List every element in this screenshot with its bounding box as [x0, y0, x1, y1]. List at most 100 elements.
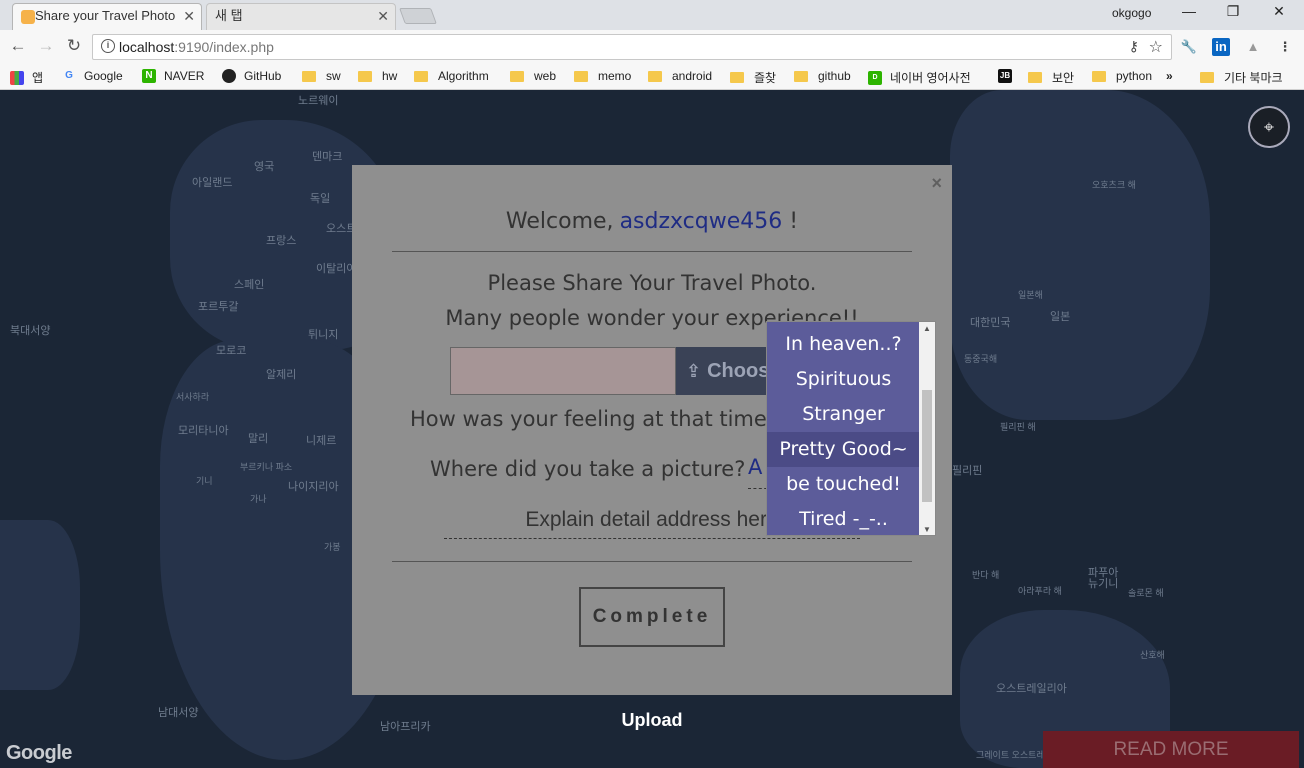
- map-label: 일본해: [1018, 290, 1043, 300]
- folder-icon: [302, 70, 316, 82]
- bookmark-algorithm[interactable]: Algorithm: [414, 69, 489, 83]
- map-label: 동중국해: [964, 354, 998, 364]
- bookmark-memo[interactable]: memo: [574, 69, 631, 83]
- bookmark-favorites[interactable]: 즐찾: [730, 69, 776, 86]
- binoculars-icon[interactable]: ⌖: [1248, 106, 1290, 148]
- feeling-option[interactable]: Spirituous: [767, 362, 920, 397]
- menu-kebab-icon[interactable]: ⋮: [1276, 38, 1294, 56]
- map-label: 일본: [1050, 311, 1071, 323]
- forward-icon[interactable]: →: [34, 36, 58, 56]
- tab-new-tab[interactable]: 새 탭 ✕: [206, 3, 396, 30]
- tab-bar: Share your Travel Photo ✕ 새 탭 ✕ okgogo —…: [0, 0, 1304, 30]
- tab-share-travel-photo[interactable]: Share your Travel Photo ✕: [12, 3, 202, 30]
- bookmark-star-icon[interactable]: ☆: [1149, 37, 1163, 57]
- bookmark-github-folder[interactable]: github: [794, 69, 851, 83]
- bookmark-security[interactable]: 보안: [1028, 69, 1074, 86]
- bookmark-android[interactable]: android: [648, 69, 712, 83]
- bookmark-jb[interactable]: JB: [998, 69, 1020, 83]
- close-window-button[interactable]: ✕: [1256, 3, 1302, 20]
- feeling-option[interactable]: be touched!: [767, 467, 920, 502]
- scroll-up-arrow-icon[interactable]: ▲: [919, 322, 935, 336]
- close-modal-icon[interactable]: ×: [931, 173, 942, 194]
- bookmarks-bar: 앱 G Google N NAVER GitHub sw hw Algorithm …: [0, 64, 1304, 90]
- map-label: 파푸아 뉴기니: [1088, 567, 1119, 590]
- profile-name[interactable]: okgogo: [1112, 6, 1151, 20]
- tab-title: 새 탭: [215, 8, 243, 23]
- land-south-america: [0, 520, 80, 690]
- bookmark-web[interactable]: web: [510, 69, 556, 83]
- map-label: 프랑스: [266, 235, 297, 247]
- bookmark-naver[interactable]: N NAVER: [142, 69, 204, 83]
- folder-icon: [574, 70, 588, 82]
- complete-button[interactable]: Complete: [579, 587, 725, 647]
- feeling-option-highlighted[interactable]: Pretty Good~: [767, 432, 920, 467]
- map-label: 북대서양: [10, 325, 51, 337]
- scroll-down-arrow-icon[interactable]: ▼: [919, 523, 935, 535]
- map-label: 아라푸라 해: [1018, 586, 1062, 596]
- map-label: 솔로몬 해: [1128, 588, 1164, 598]
- intro-line-1: Please Share Your Travel Photo.: [487, 271, 817, 295]
- feeling-option[interactable]: Tired -_-..: [767, 502, 920, 535]
- drive-extension-icon[interactable]: ▲: [1244, 38, 1262, 56]
- restore-button[interactable]: ❐: [1210, 3, 1256, 20]
- map-label: 필리핀 해: [1000, 422, 1036, 432]
- bookmark-apps[interactable]: 앱: [10, 69, 43, 86]
- reload-icon[interactable]: ↻: [62, 36, 86, 56]
- feeling-question: How was your feeling at that time?: [410, 407, 778, 431]
- choose-file-button[interactable]: ⇪ Choose: [676, 347, 776, 395]
- bookmark-github[interactable]: GitHub: [222, 69, 281, 83]
- map-label: 독일: [310, 193, 331, 205]
- bookmark-python[interactable]: python: [1092, 69, 1152, 83]
- bookmark-sw[interactable]: sw: [302, 69, 341, 83]
- map-label: 부르키나 파소: [240, 462, 293, 472]
- close-tab-icon[interactable]: ✕: [183, 4, 195, 28]
- file-path-field[interactable]: [450, 347, 676, 395]
- wrench-extension-icon[interactable]: 🔧: [1180, 38, 1198, 56]
- map-label: 기니: [196, 476, 213, 486]
- github-icon: [222, 69, 236, 83]
- read-more-button[interactable]: READ MORE: [1043, 731, 1299, 768]
- minimize-button[interactable]: —: [1166, 3, 1212, 19]
- map-label: 이탈리아: [316, 263, 357, 275]
- welcome-heading: Welcome, asdzxcqwe456 !: [505, 209, 799, 234]
- map-label: 반다 해: [972, 570, 1000, 580]
- map-label: 스페인: [234, 279, 265, 291]
- place-question: Where did you take a picture?: [430, 457, 746, 481]
- map-label: 모로코: [216, 345, 247, 357]
- apps-grid-icon: [10, 70, 24, 85]
- map-label: 산호해: [1140, 650, 1165, 660]
- upload-icon: ⇪: [686, 361, 702, 381]
- linkedin-extension-icon[interactable]: in: [1212, 38, 1230, 56]
- feeling-option[interactable]: Stranger: [767, 397, 920, 432]
- folder-icon: [414, 70, 428, 82]
- key-icon[interactable]: ⚷: [1129, 38, 1139, 55]
- dropdown-scrollbar[interactable]: ▲ ▼: [919, 322, 935, 535]
- url-text: localhost:9190/index.php: [119, 39, 274, 55]
- tab-title: Share your Travel Photo: [35, 8, 175, 23]
- naver-icon: N: [142, 69, 156, 83]
- folder-icon: [730, 72, 744, 83]
- bookmarks-overflow-button[interactable]: »: [1166, 69, 1173, 83]
- map-label: 오스트레일리아: [996, 683, 1067, 695]
- divider: [392, 561, 912, 562]
- map-label: 오호츠크 해: [1092, 180, 1136, 190]
- land-asia: [950, 90, 1210, 420]
- address-bar[interactable]: i localhost:9190/index.php ⚷ ☆: [92, 34, 1172, 60]
- upload-label[interactable]: Upload: [0, 710, 1304, 731]
- map-label: 니제르: [306, 435, 337, 447]
- map-label: 필리핀: [952, 465, 983, 477]
- site-info-icon[interactable]: i: [101, 39, 115, 53]
- bookmark-google[interactable]: G Google: [62, 69, 123, 83]
- feeling-option[interactable]: In heaven..?: [767, 327, 920, 362]
- bookmark-other[interactable]: 기타 북마크: [1200, 69, 1283, 86]
- new-tab-button[interactable]: [399, 8, 437, 24]
- bookmark-naver-dict[interactable]: D 네이버 영어사전: [868, 69, 971, 86]
- map-label: 대한민국: [970, 317, 1011, 329]
- bookmark-hw[interactable]: hw: [358, 69, 397, 83]
- folder-icon: [794, 70, 808, 82]
- close-tab-icon[interactable]: ✕: [377, 4, 389, 28]
- feeling-dropdown-list[interactable]: In heaven..? Spirituous Stranger Pretty …: [766, 321, 936, 536]
- folder-icon: [1092, 70, 1106, 82]
- back-icon[interactable]: ←: [6, 36, 30, 56]
- scroll-thumb[interactable]: [922, 390, 932, 502]
